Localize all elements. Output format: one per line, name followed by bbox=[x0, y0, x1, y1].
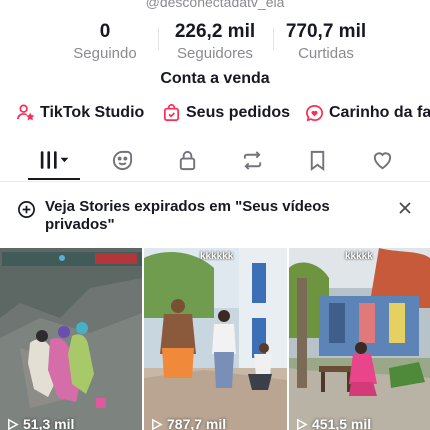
video-thumbnail-image bbox=[144, 248, 287, 430]
heart-icon bbox=[373, 151, 391, 169]
bookmark-icon bbox=[310, 150, 324, 171]
view-count: 51,3 mil bbox=[6, 416, 74, 430]
shortcut-orders[interactable]: Seus pedidos bbox=[162, 103, 290, 122]
bio-text: Conta a venda bbox=[160, 70, 270, 87]
stat-label: Seguindo bbox=[73, 45, 137, 62]
play-icon bbox=[297, 418, 308, 430]
sticker-icon bbox=[112, 150, 132, 170]
divider bbox=[273, 28, 274, 50]
tab-favorites[interactable] bbox=[297, 146, 337, 174]
username: @desconectadatv_ela bbox=[145, 0, 285, 10]
video-caption: kkkkkk bbox=[200, 251, 234, 262]
video-thumbnail[interactable]: 51,3 mil bbox=[0, 248, 142, 430]
tab-liked[interactable] bbox=[362, 146, 402, 174]
person-star-icon bbox=[17, 104, 35, 121]
stat-following[interactable]: 0 Seguindo bbox=[55, 20, 155, 64]
stat-label: Seguidores bbox=[177, 45, 253, 62]
profile-tabs bbox=[0, 142, 430, 182]
tab-private[interactable] bbox=[167, 146, 207, 174]
shortcut-label: TikTok Studio bbox=[40, 103, 145, 121]
video-thumbnail[interactable]: kkkkkk 787,7 mil bbox=[144, 248, 287, 430]
shortcut-label: Carinho da fa bbox=[329, 103, 430, 121]
stat-likes[interactable]: 770,7 mil Curtidas bbox=[276, 20, 376, 64]
play-icon bbox=[152, 418, 163, 430]
tab-stickers[interactable] bbox=[102, 146, 142, 174]
video-thumbnail[interactable]: kkkkk 451,5 mil bbox=[289, 248, 430, 430]
close-icon[interactable] bbox=[397, 200, 413, 216]
play-icon bbox=[8, 418, 19, 430]
video-thumbnail-image bbox=[0, 248, 142, 430]
view-count: 451,5 mil bbox=[295, 416, 371, 430]
grid-bars-icon bbox=[40, 151, 69, 169]
video-grid: 51,3 mil kkkkkk 787,7 mil kkkkk 451,5 mi… bbox=[0, 248, 430, 430]
shortcut-tiktok-studio[interactable]: TikTok Studio bbox=[16, 103, 144, 122]
stat-followers[interactable]: 226,2 mil Seguidores bbox=[160, 20, 270, 64]
stories-notice[interactable]: Veja Stories expirados em "Seus vídeos p… bbox=[0, 196, 430, 240]
notice-text: Veja Stories expirados em "Seus vídeos p… bbox=[45, 198, 330, 233]
divider bbox=[158, 28, 159, 50]
view-count: 787,7 mil bbox=[150, 416, 226, 430]
heart-bubble-icon bbox=[306, 104, 323, 122]
stat-value: 226,2 mil bbox=[174, 21, 256, 42]
lock-icon bbox=[179, 150, 195, 170]
shortcut-label: Seus pedidos bbox=[186, 103, 291, 121]
stat-value: 0 bbox=[99, 21, 111, 42]
add-circle-icon bbox=[18, 201, 35, 218]
tab-videos[interactable] bbox=[32, 146, 76, 174]
view-count-text: 451,5 mil bbox=[312, 416, 372, 430]
shortcut-fan-love[interactable]: Carinho da fa bbox=[305, 103, 430, 122]
stat-value: 770,7 mil bbox=[285, 21, 367, 42]
view-count-text: 787,7 mil bbox=[167, 416, 227, 430]
active-tab-indicator bbox=[28, 178, 80, 180]
stat-label: Curtidas bbox=[298, 45, 354, 62]
repost-icon bbox=[243, 150, 261, 170]
shopping-bag-icon bbox=[163, 104, 180, 121]
video-thumbnail-image bbox=[289, 248, 430, 430]
shortcuts-row: TikTok Studio Seus pedidos Carinho da fa bbox=[0, 103, 430, 127]
tab-reposts[interactable] bbox=[232, 146, 272, 174]
view-count-text: 51,3 mil bbox=[23, 416, 75, 430]
stats-row: 0 Seguindo 226,2 mil Seguidores 770,7 mi… bbox=[0, 20, 430, 64]
video-caption: kkkkk bbox=[345, 251, 373, 262]
